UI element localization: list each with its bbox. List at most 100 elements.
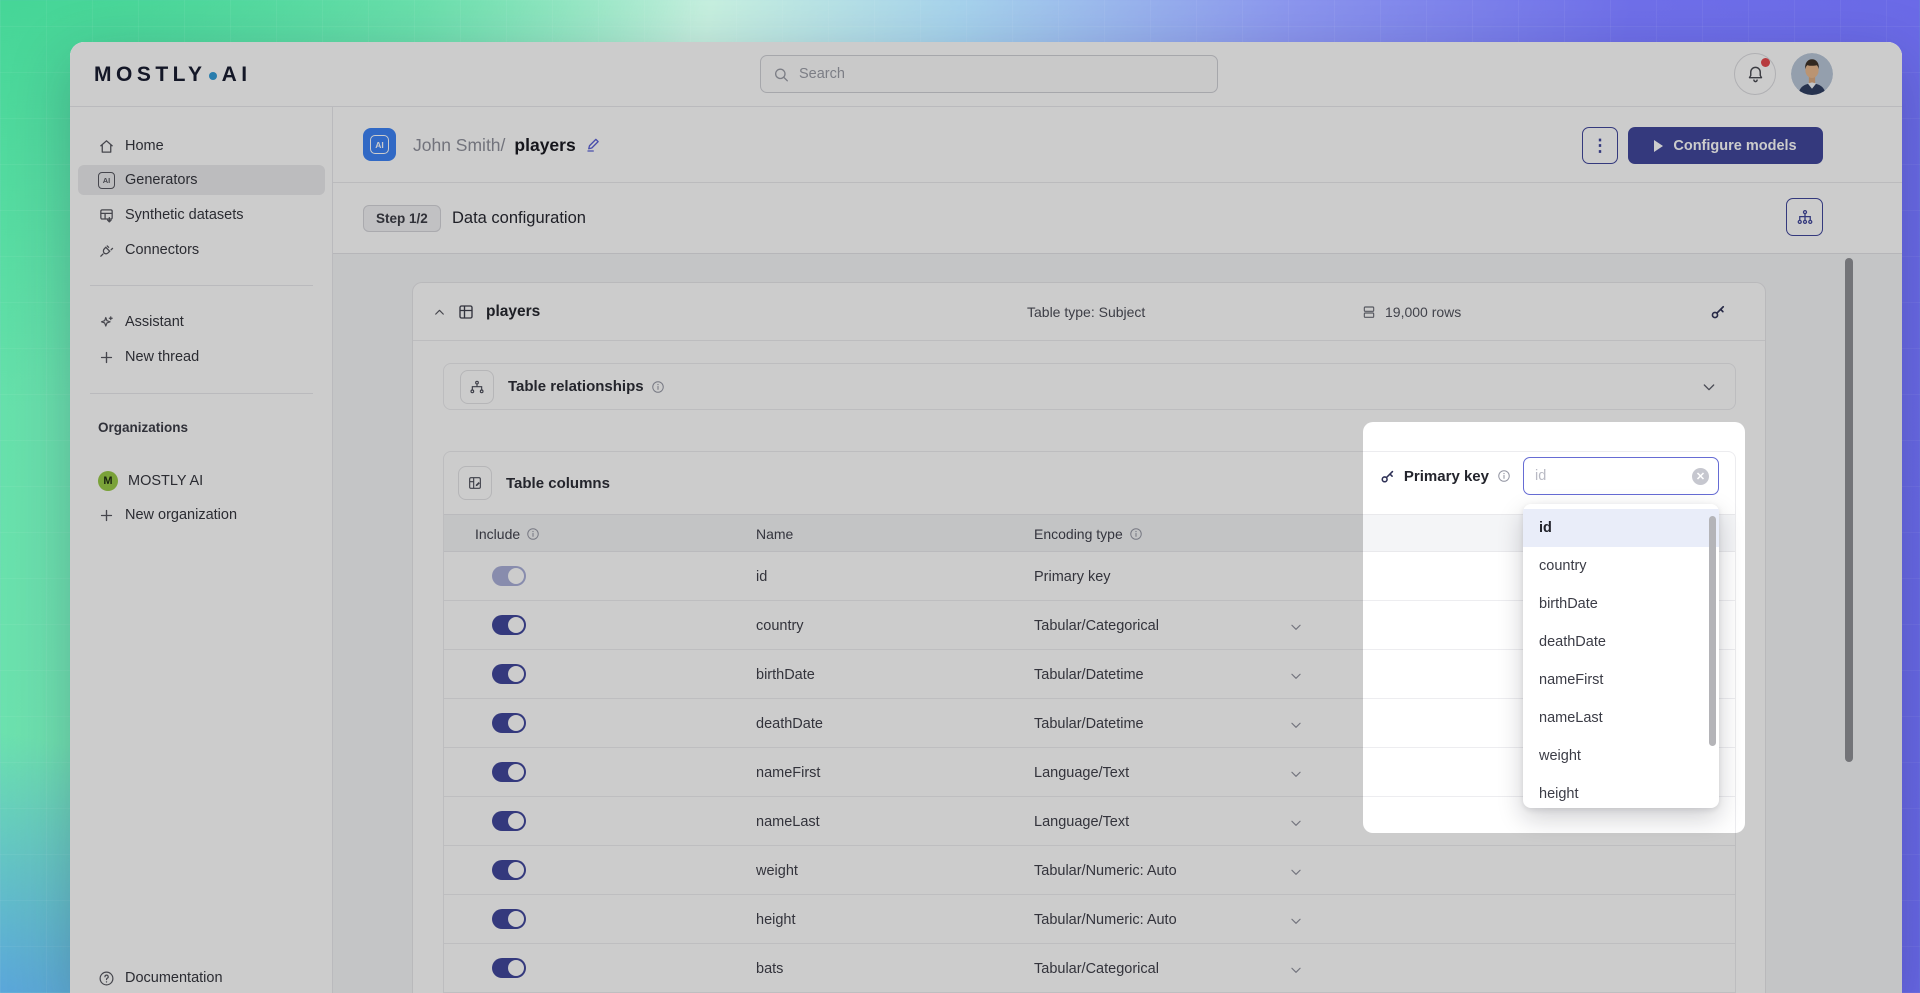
include-toggle[interactable] (492, 909, 526, 929)
column-name: birthDate (756, 650, 815, 699)
primary-key-input[interactable] (1535, 468, 1688, 484)
dropdown-option[interactable]: id (1523, 509, 1719, 547)
dropdown-option[interactable]: country (1523, 547, 1719, 585)
dropdown-option[interactable]: nameLast (1523, 699, 1719, 737)
chevron-down-icon[interactable] (1701, 379, 1717, 395)
toggle-knob (508, 617, 524, 633)
sidebar-item-mostly-ai-org[interactable]: M MOSTLY AI (78, 466, 325, 496)
chevron-down-icon[interactable] (1289, 963, 1303, 977)
key-icon (1379, 468, 1396, 485)
sidebar-divider (90, 393, 313, 394)
sidebar-item-connectors[interactable]: Connectors (78, 235, 325, 265)
dropdown-options: id country birthDate deathDate nameFirst (1523, 509, 1719, 808)
encoding-type-value[interactable]: Tabular/Datetime (1034, 699, 1144, 748)
sidebar-item-label: Generators (125, 172, 198, 188)
column-name: deathDate (756, 699, 823, 748)
chevron-down-icon[interactable] (1289, 914, 1303, 928)
encoding-type-value[interactable]: Primary key (1034, 552, 1111, 601)
app-window: MOSTLY AI Home (70, 42, 1902, 993)
table-card-header[interactable]: players Table type: Subject 19,000 rows (413, 283, 1765, 341)
breadcrumb: John Smith/ players (413, 107, 603, 183)
schema-view-button[interactable] (1786, 198, 1823, 236)
include-toggle[interactable] (492, 860, 526, 880)
chevron-up-icon[interactable] (433, 306, 446, 319)
sparkle-icon (98, 314, 115, 331)
table-row: weight Tabular/Numeric: Auto (444, 846, 1735, 895)
schema-tree-icon (1796, 208, 1814, 226)
page-title: Data configuration (452, 183, 586, 254)
step-row: Step 1/2 Data configuration (333, 183, 1902, 254)
primary-key-select[interactable]: ✕ (1523, 457, 1719, 495)
search-box[interactable] (760, 55, 1218, 93)
include-toggle[interactable] (492, 566, 526, 586)
encoding-type-value[interactable]: Tabular/Numeric: Auto (1034, 846, 1177, 895)
clear-selection-icon[interactable]: ✕ (1692, 468, 1709, 485)
ai-chip-icon: AI (370, 135, 389, 154)
include-toggle[interactable] (492, 762, 526, 782)
encoding-type-value[interactable]: Tabular/Categorical (1034, 944, 1159, 993)
chevron-down-icon[interactable] (1289, 767, 1303, 781)
encoding-type-value[interactable]: Tabular/Datetime (1034, 650, 1144, 699)
organizations-section-label: Organizations (98, 420, 188, 435)
info-icon (1497, 469, 1511, 483)
info-icon (526, 527, 540, 541)
info-icon (651, 380, 665, 394)
sidebar-item-new-thread[interactable]: New thread (78, 342, 325, 372)
sidebar-item-generators[interactable]: AI Generators (78, 165, 325, 195)
encoding-type-value[interactable]: Tabular/Categorical (1034, 601, 1159, 650)
sidebar-item-assistant[interactable]: Assistant (78, 307, 325, 337)
notifications-button[interactable] (1734, 53, 1776, 95)
dropdown-option[interactable]: deathDate (1523, 623, 1719, 661)
dropdown-option[interactable]: birthDate (1523, 585, 1719, 623)
configure-models-button[interactable]: Configure models (1628, 127, 1823, 164)
dropdown-scrollbar[interactable] (1709, 516, 1716, 746)
include-toggle[interactable] (492, 664, 526, 684)
toggle-knob (508, 813, 524, 829)
table-name: players (486, 303, 540, 321)
help-circle-icon (98, 970, 115, 987)
page-header-row: AI John Smith/ players ⋮ Configure model… (333, 107, 1902, 183)
toggle-knob (508, 568, 524, 584)
sidebar-item-label: MOSTLY AI (128, 473, 203, 489)
sidebar-item-documentation[interactable]: Documentation (78, 963, 325, 993)
chevron-down-icon[interactable] (1289, 669, 1303, 683)
table-relationships-section[interactable]: Table relationships (443, 363, 1736, 410)
include-toggle[interactable] (492, 713, 526, 733)
sidebar-item-label: Assistant (125, 314, 184, 330)
encoding-type-value[interactable]: Tabular/Numeric: Auto (1034, 895, 1177, 944)
relationships-tree-icon (460, 370, 494, 404)
encoding-type-header: Encoding type (1034, 526, 1123, 542)
bell-icon (1746, 65, 1765, 84)
dataset-icon (98, 207, 115, 224)
sidebar-item-label: Synthetic datasets (125, 207, 244, 223)
column-name: country (756, 601, 804, 650)
include-toggle[interactable] (492, 958, 526, 978)
encoding-type-value[interactable]: Language/Text (1034, 797, 1129, 846)
sidebar-item-home[interactable]: Home (78, 131, 325, 161)
sidebar-item-label: New organization (125, 507, 237, 523)
search-input[interactable] (799, 66, 1205, 82)
dropdown-option[interactable]: nameFirst (1523, 661, 1719, 699)
column-name: nameFirst (756, 748, 820, 797)
dropdown-option[interactable]: weight (1523, 737, 1719, 775)
chevron-down-icon[interactable] (1289, 865, 1303, 879)
edit-pencil-icon[interactable] (585, 136, 603, 154)
include-toggle[interactable] (492, 811, 526, 831)
primary-key-dropdown: id country birthDate deathDate nameFirst (1523, 504, 1719, 808)
user-avatar[interactable] (1791, 53, 1833, 95)
sidebar-item-synthetic-datasets[interactable]: Synthetic datasets (78, 200, 325, 230)
toggle-knob (508, 764, 524, 780)
connector-plug-icon (98, 242, 115, 259)
chevron-down-icon[interactable] (1289, 718, 1303, 732)
toggle-knob (508, 911, 524, 927)
table-row: height Tabular/Numeric: Auto (444, 895, 1735, 944)
column-name: height (756, 895, 796, 944)
dropdown-option[interactable]: height (1523, 775, 1719, 808)
encoding-type-value[interactable]: Language/Text (1034, 748, 1129, 797)
include-toggle[interactable] (492, 615, 526, 635)
chevron-down-icon[interactable] (1289, 620, 1303, 634)
chevron-down-icon[interactable] (1289, 816, 1303, 830)
page-scrollbar[interactable] (1845, 258, 1853, 762)
sidebar-item-new-organization[interactable]: New organization (78, 500, 325, 530)
more-options-button[interactable]: ⋮ (1582, 127, 1618, 164)
